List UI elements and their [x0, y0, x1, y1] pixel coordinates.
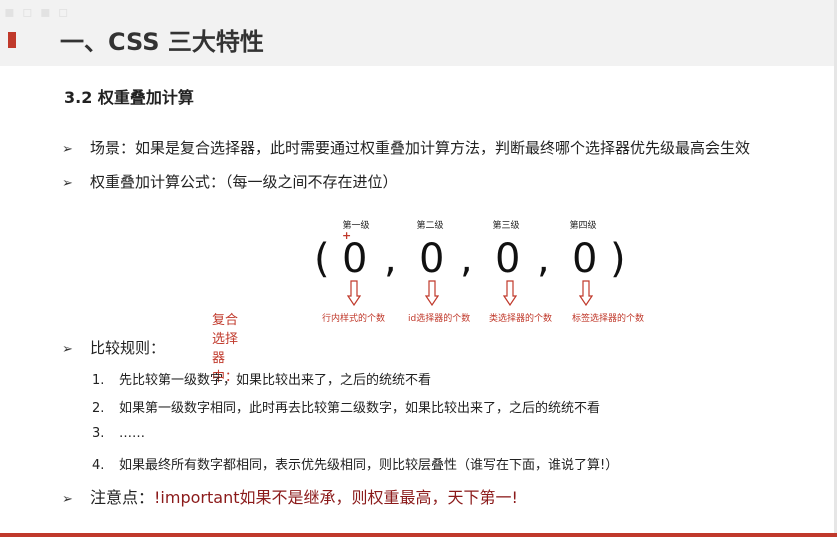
close-paren: ) — [610, 236, 626, 282]
rule-number: 3. — [92, 426, 105, 441]
bullet-arrow-icon: ➢ — [62, 492, 73, 507]
bullet-arrow-icon: ➢ — [62, 142, 73, 157]
level-value-1: 0 — [342, 236, 368, 282]
rule-number: 1. — [92, 373, 105, 388]
bullet-text: 权重叠加计算公式：（每一级之间不存在进位） — [90, 173, 398, 191]
bottom-accent-bar — [0, 533, 837, 537]
separator-3: , — [537, 236, 550, 282]
level-label-2: 第二级 — [416, 221, 444, 231]
rule-item: 1. 先比较第一级数字，如果比较出来了，之后的统统不看 — [92, 369, 431, 388]
bullet-compare-rules: ➢ 比较规则： — [62, 337, 165, 358]
rule-item: 4. 如果最终所有数字都相同，表示优先级相同，则比较层叠性（谁写在下面，谁说了算!… — [92, 454, 618, 473]
level-value-4: 0 — [572, 236, 598, 282]
note-label: 注意点： — [90, 488, 155, 507]
bullet-arrow-icon: ➢ — [62, 176, 73, 191]
section-title: 3.2 权重叠加计算 — [64, 88, 194, 107]
rule-text: 如果最终所有数字都相同，表示优先级相同，则比较层叠性（谁写在下面，谁说了算!） — [119, 458, 619, 473]
rule-text: 先比较第一级数字，如果比较出来了，之后的统统不看 — [119, 373, 432, 388]
note-important: ➢ 注意点：!important如果不是继承，则权重最高，天下第一! — [62, 484, 518, 508]
separator-2: , — [460, 236, 473, 282]
rule-item: 3. …… — [92, 426, 145, 441]
level-value-2: 0 — [419, 236, 445, 282]
bullet-formula: ➢ 权重叠加计算公式：（每一级之间不存在进位） — [62, 171, 398, 192]
count-label-inline: 行内样式的个数 — [322, 314, 386, 324]
down-arrow-icon — [503, 280, 517, 306]
down-arrow-icon — [579, 280, 593, 306]
title-accent-bar — [8, 32, 16, 48]
page-title: 一、CSS 三大特性 — [60, 28, 264, 56]
open-paren: ( — [314, 236, 330, 282]
compare-title: 比较规则： — [90, 339, 166, 357]
bullet-text: 场景：如果是复合选择器，此时需要通过权重叠加计算方法，判断最终哪个选择器优先级最… — [90, 139, 751, 157]
rule-number: 4. — [92, 458, 105, 473]
level-label-4: 第四级 — [569, 221, 597, 231]
bullet-scenario: ➢ 场景：如果是复合选择器，此时需要通过权重叠加计算方法，判断最终哪个选择器优先级… — [62, 137, 750, 158]
count-label-id: id选择器的个数 — [408, 314, 471, 324]
rule-item: 2. 如果第一级数字相同，此时再去比较第二级数字，如果比较出来了，之后的统统不看 — [92, 397, 600, 416]
rule-number: 2. — [92, 401, 105, 416]
rule-text: 如果第一级数字相同，此时再去比较第二级数字，如果比较出来了，之后的统统不看 — [119, 401, 601, 416]
down-arrow-icon — [425, 280, 439, 306]
level-value-3: 0 — [495, 236, 521, 282]
watermark-logo: ▪ ▫ ▪ ▫ — [4, 2, 70, 21]
separator-1: , — [384, 236, 397, 282]
level-label-1: 第一级 — [342, 221, 370, 231]
note-text: !important如果不是继承，则权重最高，天下第一! — [154, 488, 518, 507]
rule-text: …… — [119, 426, 145, 441]
count-label-tag: 标签选择器的个数 — [572, 314, 645, 324]
bullet-arrow-icon: ➢ — [62, 342, 73, 357]
level-label-3: 第三级 — [492, 221, 520, 231]
down-arrow-icon — [347, 280, 361, 306]
count-label-class: 类选择器的个数 — [489, 314, 553, 324]
